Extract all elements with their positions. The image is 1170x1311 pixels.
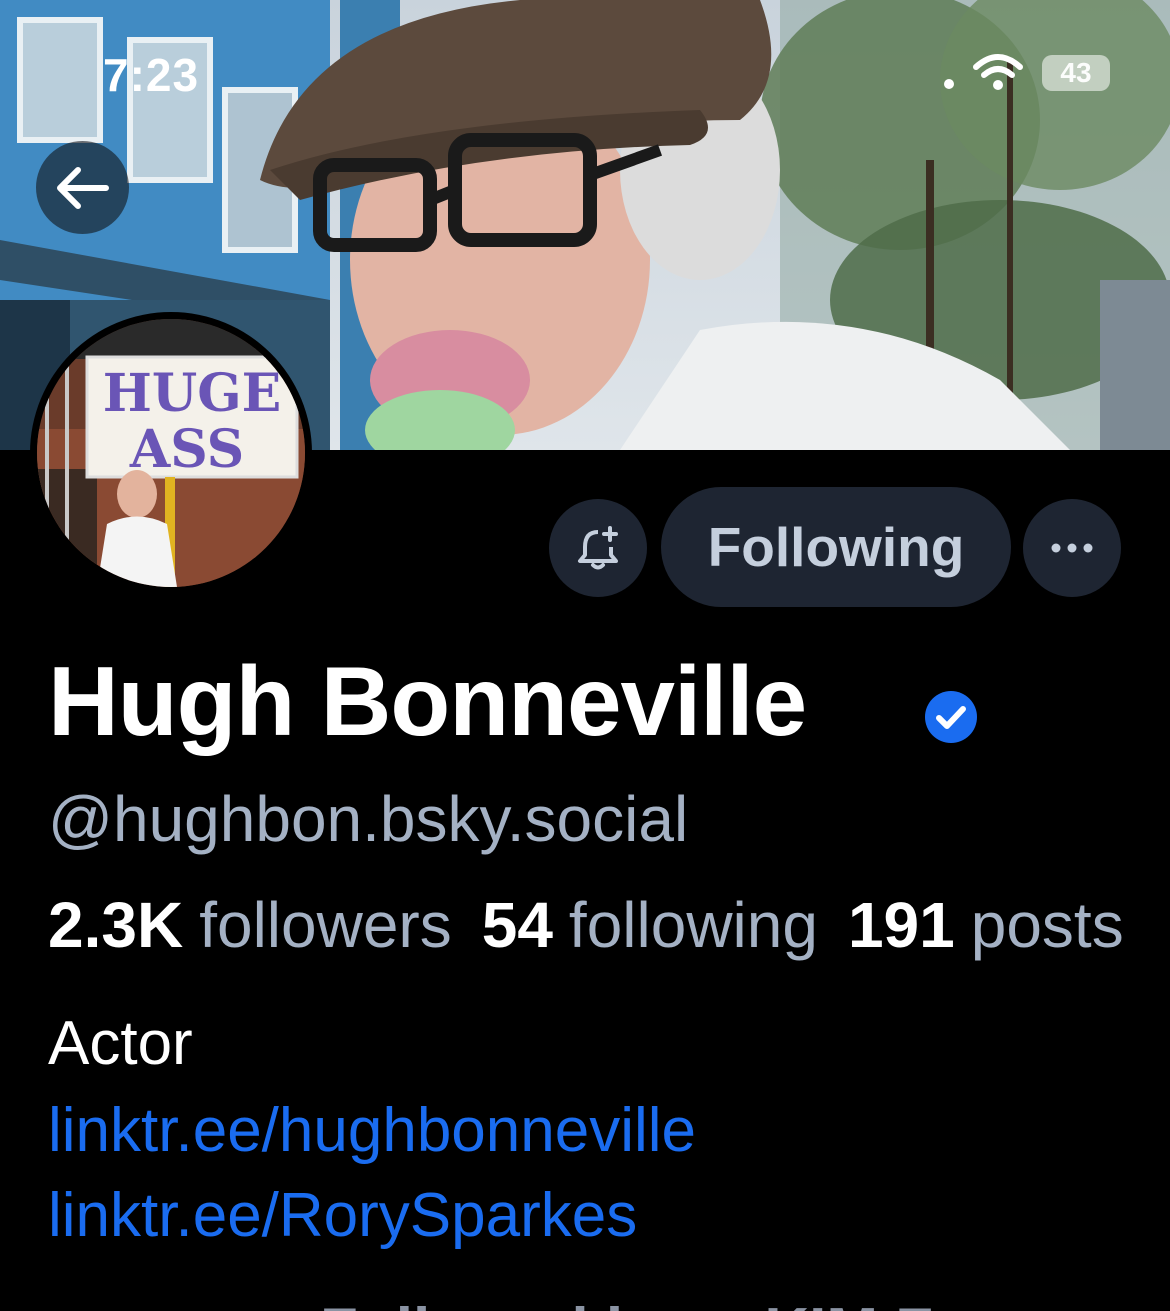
avatar-sign-line2: ASS [129, 419, 244, 480]
followers-stat[interactable]: 2.3K followers [48, 888, 482, 962]
notify-bell-button[interactable] [549, 499, 647, 597]
posts-stat: 191 posts [848, 888, 1154, 962]
bio-link-hughbonneville[interactable]: linktr.ee/hughbonneville [48, 1095, 696, 1166]
back-button[interactable] [36, 141, 129, 234]
wifi-icon [973, 54, 1023, 90]
status-time: 7:23 [103, 49, 200, 101]
followed-by-hint[interactable]: Followed by ... KIM F [320, 1295, 933, 1311]
following-count: 54 [481, 889, 553, 961]
avatar-image: HUGE ASS [37, 319, 305, 587]
followers-count: 2.3K [48, 889, 184, 961]
following-button[interactable]: Following [661, 487, 1011, 607]
ellipsis-icon [1051, 543, 1093, 553]
bell-plus-icon [578, 526, 618, 570]
avatar[interactable]: HUGE ASS [30, 312, 312, 594]
posts-label: posts [970, 889, 1124, 961]
handle: @hughbon.bsky.social [48, 783, 689, 855]
profile-screen: 7:23 43 HUGE ASS Following Hugh Bonnevil… [0, 0, 1170, 1311]
verified-badge-icon [925, 691, 977, 743]
following-label: following [568, 889, 818, 961]
back-arrow-icon [56, 166, 109, 209]
bio-link-rorysparkes[interactable]: linktr.ee/RorySparkes [48, 1180, 637, 1251]
bio-text: Actor [48, 1009, 193, 1078]
battery-icon: 43 [1042, 55, 1110, 91]
display-name: Hugh Bonneville [48, 646, 807, 756]
followers-label: followers [199, 889, 452, 961]
posts-count: 191 [847, 889, 955, 961]
status-indicators: 43 [944, 50, 1110, 96]
battery-level: 43 [1060, 57, 1092, 88]
profile-stats: 2.3K followers 54 following 191 posts [48, 888, 1154, 962]
following-stat[interactable]: 54 following [482, 888, 848, 962]
signal-icon [944, 79, 954, 89]
avatar-sign-line1: HUGE [103, 363, 282, 424]
more-options-button[interactable] [1023, 499, 1121, 597]
